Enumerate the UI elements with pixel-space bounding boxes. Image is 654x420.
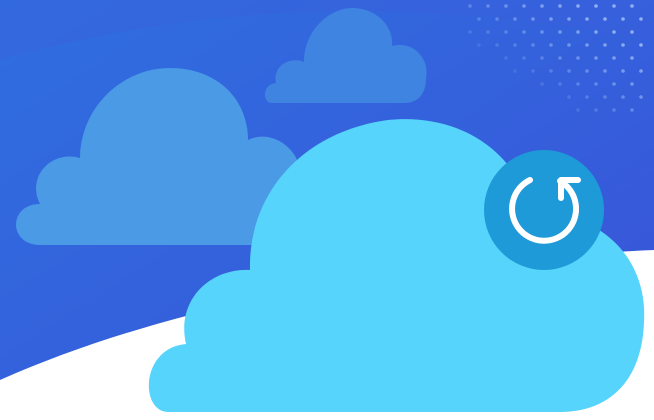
dot [612, 30, 616, 34]
dot [549, 17, 553, 21]
dot [513, 17, 517, 21]
dot [468, 30, 472, 34]
dot [558, 4, 562, 8]
dot [567, 17, 571, 21]
dot [495, 17, 499, 21]
dot [504, 30, 508, 34]
dot [603, 43, 607, 47]
dot [576, 108, 580, 112]
dot [531, 43, 535, 47]
dot [522, 56, 526, 60]
dot [576, 56, 580, 60]
dot [594, 82, 598, 86]
dot [612, 4, 616, 8]
dot [549, 43, 553, 47]
dot [630, 4, 634, 8]
dot [612, 56, 616, 60]
refresh-badge[interactable] [484, 150, 604, 270]
dot [621, 69, 625, 73]
dot [513, 69, 517, 73]
dot [621, 95, 625, 99]
dot [486, 4, 490, 8]
dot [540, 82, 544, 86]
dot [594, 30, 598, 34]
dot [639, 43, 643, 47]
dot [639, 69, 643, 73]
dot [531, 17, 535, 21]
dot [630, 108, 634, 112]
dot [612, 82, 616, 86]
dot [540, 30, 544, 34]
dot [486, 30, 490, 34]
dot [468, 4, 472, 8]
dot [603, 95, 607, 99]
dot [558, 82, 562, 86]
dot [585, 95, 589, 99]
dot [576, 4, 580, 8]
dot [531, 69, 535, 73]
dot [522, 30, 526, 34]
dot [504, 56, 508, 60]
dot [585, 43, 589, 47]
dot [513, 43, 517, 47]
dot [567, 95, 571, 99]
dot [639, 95, 643, 99]
dot [477, 17, 481, 21]
dot [558, 56, 562, 60]
dot [612, 108, 616, 112]
dot [540, 56, 544, 60]
dot [585, 69, 589, 73]
dot [576, 82, 580, 86]
dot [594, 4, 598, 8]
dot [603, 17, 607, 21]
dot [540, 4, 544, 8]
dot [594, 108, 598, 112]
dot [630, 82, 634, 86]
dot [567, 69, 571, 73]
dot [558, 30, 562, 34]
dot [639, 17, 643, 21]
dot [522, 4, 526, 8]
dot [576, 30, 580, 34]
dot [630, 56, 634, 60]
dot [603, 69, 607, 73]
dot [504, 4, 508, 8]
cloud-sync-illustration [0, 0, 654, 420]
dot [621, 17, 625, 21]
dot [594, 56, 598, 60]
dot [630, 30, 634, 34]
dot [585, 17, 589, 21]
dot [495, 43, 499, 47]
dot [567, 43, 571, 47]
dot [549, 69, 553, 73]
dot [621, 43, 625, 47]
dot [477, 43, 481, 47]
